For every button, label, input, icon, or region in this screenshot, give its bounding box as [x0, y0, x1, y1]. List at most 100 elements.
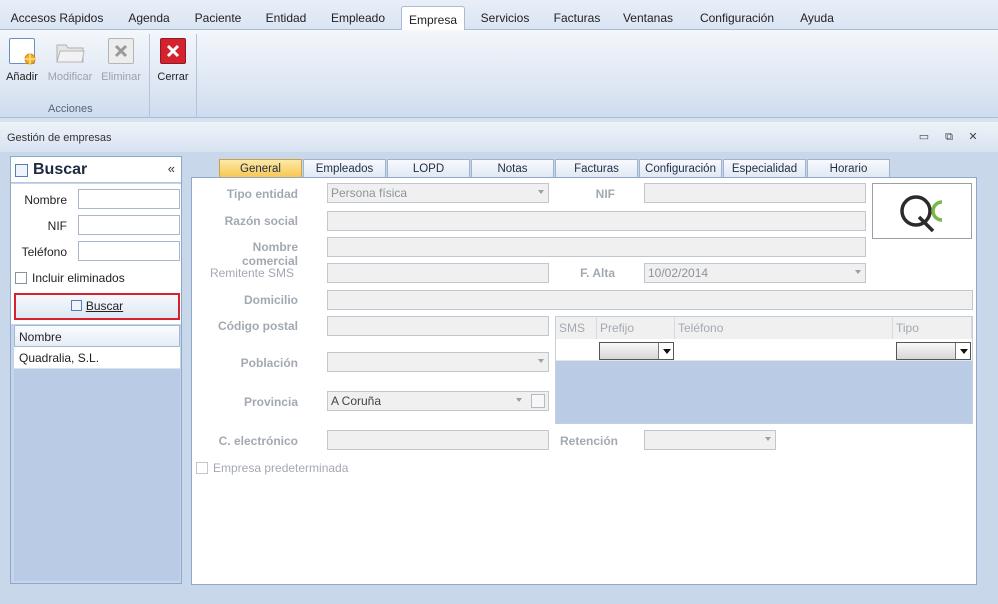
- tab-lopd[interactable]: LOPD: [387, 159, 470, 178]
- add-button[interactable]: Añadir: [4, 38, 40, 83]
- folder-icon: [55, 38, 85, 64]
- menu-configuracion[interactable]: Configuración: [690, 5, 784, 30]
- default-company-checkbox[interactable]: [196, 462, 208, 474]
- phones-grid: SMS Prefijo Teléfono Tipo: [555, 316, 973, 424]
- codigo-postal-label: Código postal: [218, 319, 298, 333]
- new-document-icon: [9, 38, 36, 65]
- chevron-down-icon: [658, 343, 673, 359]
- codigo-postal-field[interactable]: [327, 316, 549, 336]
- menu-ayuda[interactable]: Ayuda: [792, 5, 842, 30]
- menu-ventanas[interactable]: Ventanas: [615, 5, 681, 30]
- delete-button-label: Eliminar: [101, 71, 141, 83]
- email-field[interactable]: [327, 430, 549, 450]
- provincia-select[interactable]: A Coruña: [327, 391, 549, 411]
- menu-paciente[interactable]: Paciente: [187, 5, 249, 30]
- menu-servicios[interactable]: Servicios: [472, 5, 538, 30]
- collapse-icon[interactable]: «: [168, 161, 175, 176]
- restore-icon[interactable]: ⧉: [943, 131, 955, 143]
- name-label: Nombre: [24, 193, 67, 207]
- include-deleted-label: Incluir eliminados: [32, 271, 125, 285]
- chevron-down-icon: [516, 398, 522, 402]
- tab-configuracion[interactable]: Configuración: [639, 159, 722, 178]
- phone-label: Teléfono: [21, 245, 67, 259]
- window-title: Gestión de empresas: [7, 132, 112, 144]
- tipo-entidad-label: Tipo entidad: [226, 187, 298, 201]
- search-panel-header: Buscar «: [11, 157, 181, 183]
- tab-facturas[interactable]: Facturas: [555, 159, 638, 178]
- retencion-label: Retención: [560, 434, 619, 448]
- f-alta-value: 10/02/2014: [648, 266, 709, 280]
- tab-especialidad[interactable]: Especialidad: [723, 159, 806, 178]
- tab-empleados[interactable]: Empleados: [303, 159, 386, 178]
- search-icon[interactable]: [531, 394, 545, 408]
- menu-facturas[interactable]: Facturas: [546, 5, 608, 30]
- razon-social-field[interactable]: [327, 211, 866, 231]
- minimize-icon[interactable]: ▭: [918, 131, 930, 143]
- window-title-bar: Gestión de empresas ▭ ⧉ ✕: [0, 122, 998, 152]
- type-select[interactable]: [896, 342, 971, 360]
- window-close-icon[interactable]: ✕: [967, 131, 979, 143]
- modify-button-label: Modificar: [47, 71, 93, 83]
- search-button-icon: [70, 300, 82, 311]
- table-row[interactable]: Quadralia, S.L.: [14, 347, 180, 369]
- menu-entidad[interactable]: Entidad: [257, 5, 315, 30]
- search-icon: [15, 164, 28, 177]
- tipo-entidad-select[interactable]: Persona física: [327, 183, 549, 203]
- company-logo: [872, 183, 972, 239]
- poblacion-label: Población: [240, 356, 298, 370]
- name-input[interactable]: [78, 189, 180, 209]
- delete-icon: [108, 38, 134, 64]
- nif-input[interactable]: [78, 215, 180, 235]
- tab-horario[interactable]: Horario: [807, 159, 890, 178]
- nif-form-label: NIF: [595, 187, 615, 201]
- chevron-down-icon: [538, 359, 544, 363]
- phones-col-phone: Teléfono: [675, 317, 893, 339]
- search-button[interactable]: Buscar: [14, 293, 180, 320]
- ribbon-separator-2: [196, 34, 197, 118]
- remitente-sms-field[interactable]: [327, 263, 549, 283]
- nombre-comercial-field[interactable]: [327, 237, 866, 257]
- nombre-comercial-label: Nombre comercial: [241, 240, 298, 268]
- tab-notas[interactable]: Notas: [471, 159, 554, 178]
- phones-col-type: Tipo: [893, 317, 972, 339]
- ribbon: Añadir Modificar Eliminar Acciones Cerra…: [0, 30, 998, 118]
- search-panel-title: Buscar: [33, 161, 88, 178]
- close-button[interactable]: Cerrar: [156, 38, 190, 83]
- delete-button[interactable]: Eliminar: [99, 38, 143, 83]
- poblacion-select[interactable]: [327, 352, 549, 372]
- results-header-label: Nombre: [19, 330, 62, 344]
- prefix-select[interactable]: [599, 342, 674, 360]
- remitente-sms-label: Remitente SMS: [209, 266, 294, 280]
- nif-label: NIF: [47, 219, 67, 233]
- email-label: C. electrónico: [218, 434, 298, 448]
- search-button-label: Buscar: [85, 299, 124, 313]
- tipo-entidad-value: Persona física: [331, 186, 408, 200]
- razon-social-label: Razón social: [224, 214, 298, 228]
- nif-field[interactable]: [644, 183, 866, 203]
- menu-agenda[interactable]: Agenda: [118, 5, 180, 30]
- modify-button[interactable]: Modificar: [44, 38, 96, 83]
- provincia-value: A Coruña: [331, 394, 382, 408]
- domicilio-field[interactable]: [327, 290, 973, 310]
- search-panel: Buscar « Nombre NIF Teléfono Incluir eli…: [10, 156, 182, 584]
- menu-empresa[interactable]: Empresa: [401, 6, 465, 31]
- f-alta-field[interactable]: 10/02/2014: [644, 263, 866, 283]
- chevron-down-icon: [765, 437, 771, 441]
- include-deleted-checkbox[interactable]: [15, 272, 27, 284]
- menu-bar: Accesos Rápidos Agenda Paciente Entidad …: [0, 0, 998, 31]
- result-name: Quadralia, S.L.: [19, 351, 100, 365]
- domicilio-label: Domicilio: [243, 293, 298, 307]
- tab-general[interactable]: General: [219, 159, 302, 178]
- ribbon-separator: [149, 34, 150, 118]
- menu-accesos-rapidos[interactable]: Accesos Rápidos: [5, 5, 109, 30]
- table-row[interactable]: [556, 339, 972, 361]
- phones-col-prefix: Prefijo: [597, 317, 675, 339]
- menu-empleado[interactable]: Empleado: [322, 5, 394, 30]
- f-alta-label: F. Alta: [580, 266, 615, 280]
- ribbon-group-label: Acciones: [48, 103, 93, 115]
- phones-col-sms: SMS: [556, 317, 597, 339]
- phone-input[interactable]: [78, 241, 180, 261]
- retencion-select[interactable]: [644, 430, 776, 450]
- default-company-label: Empresa predeterminada: [213, 461, 349, 475]
- results-header[interactable]: Nombre: [14, 325, 180, 347]
